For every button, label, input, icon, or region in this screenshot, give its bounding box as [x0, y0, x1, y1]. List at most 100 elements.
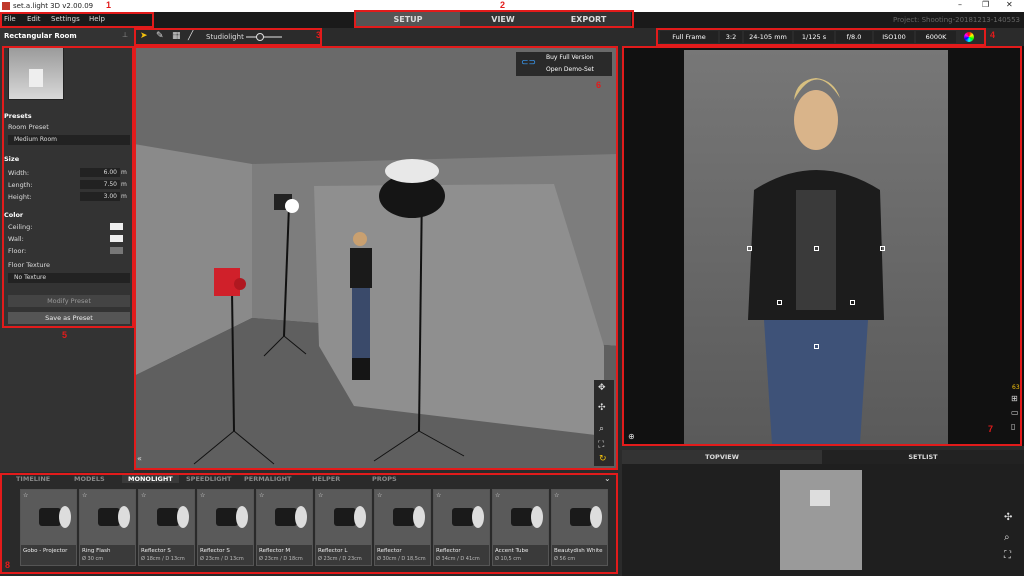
width-field[interactable]: 6.00 — [80, 168, 120, 177]
orientation-icon[interactable]: ▯ — [1011, 422, 1015, 431]
ceiling-color-swatch[interactable] — [110, 223, 123, 230]
orbit-icon[interactable]: ✥ — [598, 383, 606, 393]
select-tool-icon[interactable]: ➤ — [140, 31, 148, 41]
size-header[interactable]: Size — [4, 155, 19, 163]
presets-header[interactable]: Presets — [4, 112, 32, 120]
focus-point[interactable] — [814, 246, 819, 251]
callout-6: 6 — [596, 80, 602, 90]
studiolight-slider-knob[interactable] — [256, 33, 265, 41]
buy-full-version-link[interactable]: Buy Full Version — [546, 54, 594, 61]
light-card[interactable]: ☆ Reflector M Ø 23cm / D 18cm — [256, 489, 313, 566]
color-wheel-icon[interactable] — [964, 32, 974, 42]
pan-icon[interactable]: ✣ — [598, 403, 606, 413]
tab-monolight[interactable]: MONOLIGHT — [122, 475, 179, 483]
room-preset-select[interactable]: Medium Room — [8, 135, 130, 145]
light-name: Ring Flash — [82, 548, 111, 554]
tab-timeline[interactable]: TIMELINE — [16, 475, 50, 483]
light-card[interactable]: ☆ Reflector S Ø 23cm / D 13cm — [197, 489, 254, 566]
save-preset-button[interactable]: Save as Preset — [8, 312, 130, 324]
light-name: Reflector L — [318, 548, 348, 554]
measure-tool-icon[interactable]: ╱ — [188, 31, 193, 41]
open-demo-set-link[interactable]: Open Demo-Set — [546, 66, 594, 73]
light-card[interactable]: ☆ Reflector Ø 30cm / D 18,5cm — [374, 489, 431, 566]
favorite-icon[interactable]: ☆ — [377, 492, 382, 499]
topview-panel[interactable]: ✣ ⌕ ⛶ — [622, 464, 1024, 576]
favorite-icon[interactable]: ☆ — [318, 492, 323, 499]
close-icon[interactable]: ✕ — [1006, 0, 1013, 9]
focus-point[interactable] — [777, 300, 782, 305]
color-header[interactable]: Color — [4, 211, 23, 219]
collapse-library-icon[interactable]: ⌄ — [604, 474, 611, 483]
focus-point[interactable] — [814, 344, 819, 349]
maximize-icon[interactable]: ❐ — [982, 0, 989, 9]
floor-texture-label: Floor Texture — [8, 261, 51, 269]
favorite-icon[interactable]: ☆ — [200, 492, 205, 499]
tab-topview[interactable]: TOPVIEW — [622, 450, 822, 464]
focus-point[interactable] — [747, 246, 752, 251]
tab-helper[interactable]: HELPER — [312, 475, 340, 483]
camera-icon[interactable]: ⊕ — [628, 432, 635, 441]
grid-overlay-icon[interactable]: ⊞ — [1011, 394, 1018, 403]
studiolight-label: Studiolight — [206, 33, 244, 41]
topview-fit-icon[interactable]: ⛶ — [1004, 550, 1011, 561]
floor-label: Floor: — [8, 247, 27, 255]
height-field[interactable]: 3.00 — [80, 192, 120, 201]
favorite-icon[interactable]: ☆ — [554, 492, 559, 499]
minimize-icon[interactable]: – — [958, 0, 962, 9]
shutter-select[interactable]: 1/125 s — [794, 31, 834, 43]
white-balance-select[interactable]: 6000K — [916, 31, 956, 43]
favorite-icon[interactable]: ☆ — [259, 492, 264, 499]
tab-models[interactable]: MODELS — [74, 475, 105, 483]
zoom-icon[interactable]: ⌕ — [599, 424, 604, 434]
light-size: Ø 30cm / D 18,5cm — [377, 556, 426, 562]
menu-settings[interactable]: Settings — [51, 15, 80, 23]
favorite-icon[interactable]: ☆ — [436, 492, 441, 499]
tab-permalight[interactable]: PERMALIGHT — [244, 475, 291, 483]
tab-setlist[interactable]: SETLIST — [822, 450, 1024, 464]
favorite-icon[interactable]: ☆ — [141, 492, 146, 499]
topview-zoom-icon[interactable]: ⌕ — [1004, 532, 1010, 543]
pin-icon[interactable]: ⊥ — [122, 31, 128, 39]
grid-tool-icon[interactable]: ▦ — [172, 31, 181, 41]
menu-edit[interactable]: Edit — [27, 15, 41, 23]
light-card[interactable]: ☆ Ring Flash Ø 30 cm — [79, 489, 136, 566]
iso-select[interactable]: ISO100 — [874, 31, 914, 43]
aspect-ratio-select[interactable]: 3:2 — [720, 31, 742, 43]
favorite-icon[interactable]: ☆ — [495, 492, 500, 499]
modify-preset-button[interactable]: Modify Preset — [8, 295, 130, 307]
camera-mode-icon[interactable]: ▭ — [1011, 408, 1019, 417]
menu-help[interactable]: Help — [89, 15, 105, 23]
light-card[interactable]: ☆ Accent Tube Ø 10,5 cm — [492, 489, 549, 566]
collapse-icon[interactable]: « — [137, 454, 142, 463]
length-field[interactable]: 7.50 — [80, 180, 120, 189]
aperture-select[interactable]: f/8.0 — [836, 31, 872, 43]
floor-texture-select[interactable]: No Texture — [8, 273, 130, 283]
tab-export[interactable]: EXPORT — [546, 12, 631, 28]
tab-props[interactable]: PROPS — [372, 475, 397, 483]
light-card[interactable]: ☆ Gobo - Projector — [20, 489, 77, 566]
sensor-format-select[interactable]: Full Frame — [660, 31, 718, 43]
focus-point[interactable] — [880, 246, 885, 251]
studio-scene — [134, 46, 618, 468]
light-card[interactable]: ☆ Beautydish White Ø 56 cm — [551, 489, 608, 566]
favorite-icon[interactable]: ☆ — [82, 492, 87, 499]
tab-setup[interactable]: SETUP — [356, 12, 460, 28]
tab-speedlight[interactable]: SPEEDLIGHT — [186, 475, 232, 483]
fit-view-icon[interactable]: ⛶ — [598, 440, 604, 450]
focus-point[interactable] — [850, 300, 855, 305]
wall-color-swatch[interactable] — [110, 235, 123, 242]
floor-color-swatch[interactable] — [110, 247, 123, 254]
camera-preview[interactable]: 63 ⊞ ▭ ▯ ⊕ — [622, 46, 1024, 446]
light-card[interactable]: ☆ Reflector S Ø 18cm / D 13cm — [138, 489, 195, 566]
light-card[interactable]: ☆ Reflector Ø 34cm / D 41cm — [433, 489, 490, 566]
favorite-icon[interactable]: ☆ — [23, 492, 28, 499]
studio-3d-viewport[interactable]: ⊂⊃ Buy Full Version Open Demo-Set ✥ ✣ ⌕ … — [134, 46, 618, 468]
viewport-nav-controls: ✥ ✣ ⌕ ⛶ ↻ — [594, 380, 614, 466]
reset-view-icon[interactable]: ↻ — [599, 454, 607, 464]
lens-select[interactable]: 24-105 mm — [744, 31, 792, 43]
tab-view[interactable]: VIEW — [460, 12, 546, 28]
eyedropper-tool-icon[interactable]: ✎ — [156, 31, 164, 41]
light-card[interactable]: ☆ Reflector L Ø 23cm / D 23cm — [315, 489, 372, 566]
topview-pan-icon[interactable]: ✣ — [1004, 512, 1012, 523]
menu-file[interactable]: File — [4, 15, 16, 23]
